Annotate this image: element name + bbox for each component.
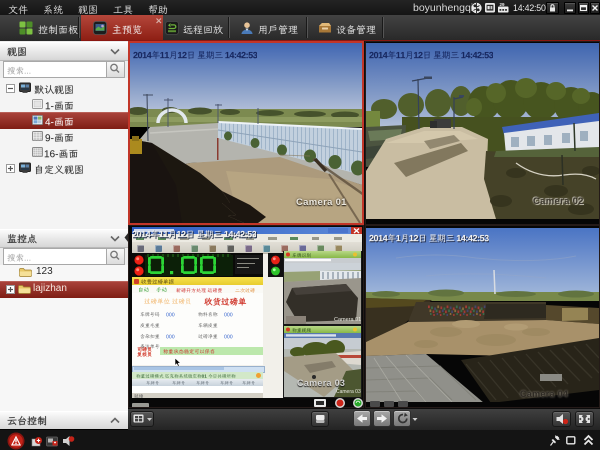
svg-text:29: 29 (500, 2, 506, 7)
svg-text:Camera 03: Camera 03 (336, 389, 361, 395)
svg-text:Camera 01: Camera 01 (334, 317, 361, 323)
